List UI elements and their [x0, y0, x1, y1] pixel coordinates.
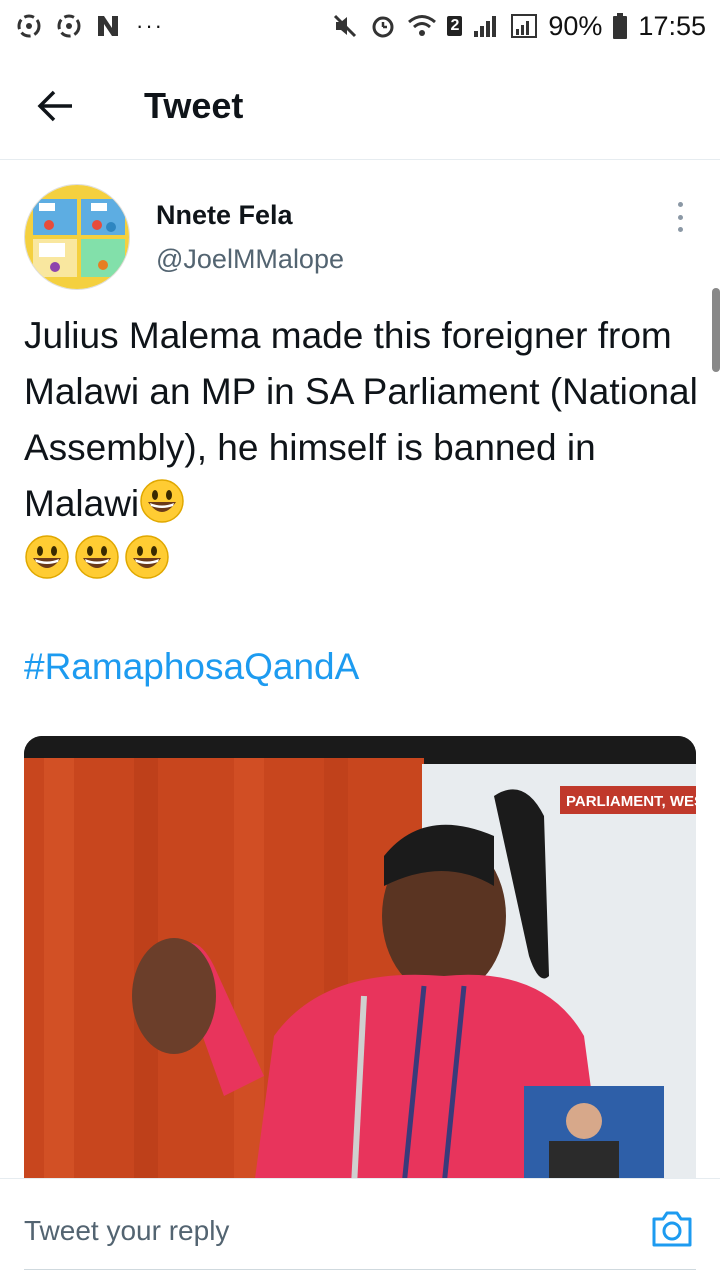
alarm-icon	[369, 12, 397, 40]
top-app-bar: Tweet	[0, 52, 720, 160]
tweet[interactable]: Nnete Fela @JoelMMalope Julius Malema ma…	[0, 180, 720, 1186]
reply-input-underline	[24, 1269, 696, 1270]
signal-icon	[472, 13, 500, 39]
more-options-button[interactable]	[670, 202, 690, 232]
avatar[interactable]	[24, 184, 130, 290]
more-notifications-icon: ···	[136, 13, 164, 38]
status-bar-right: 2 90% 17:55	[331, 11, 706, 42]
grinning-face-emoji-icon	[24, 534, 70, 580]
app-n-icon	[94, 12, 122, 40]
page-title: Tweet	[144, 84, 244, 126]
avatar-comic-image	[25, 185, 129, 289]
sim-badge: 2	[447, 16, 463, 36]
reply-bar	[0, 1178, 720, 1280]
clock: 17:55	[638, 10, 706, 41]
tweet-media-photo[interactable]: PARLIAMENT, WEST	[24, 736, 696, 1186]
camera-button[interactable]	[650, 1209, 694, 1249]
sync-icon	[14, 11, 44, 41]
scrollbar-thumb[interactable]	[712, 288, 720, 372]
wifi-icon	[407, 13, 437, 39]
grinning-face-emoji-icon	[139, 478, 185, 524]
more-dot-icon	[677, 202, 683, 207]
grinning-face-emoji-icon	[124, 534, 170, 580]
tweet-body: Julius Malema made this foreigner from M…	[24, 315, 698, 524]
author-display-name[interactable]: Nnete Fela	[156, 200, 293, 231]
hashtag-link[interactable]: #RamaphosaQandA	[24, 646, 359, 688]
mute-icon	[331, 12, 359, 40]
sync-icon	[54, 11, 84, 41]
camera-icon	[652, 1211, 692, 1247]
grinning-face-emoji-icon	[74, 534, 120, 580]
status-bar-left: ···	[14, 11, 164, 41]
tweet-author-row: Nnete Fela @JoelMMalope	[0, 180, 720, 295]
author-handle[interactable]: @JoelMMalope	[156, 244, 344, 275]
battery-percent: 90%	[548, 10, 603, 41]
battery-icon	[612, 12, 628, 40]
more-dot-icon	[677, 227, 683, 232]
signal-icon	[510, 13, 538, 39]
tweet-text: Julius Malema made this foreigner from M…	[24, 308, 704, 588]
status-bar: ··· 2 90% 17:55	[0, 0, 720, 52]
photo-image: PARLIAMENT, WEST	[24, 736, 696, 1186]
reply-input[interactable]	[24, 1215, 584, 1247]
parliament-overlay-text: PARLIAMENT, WEST	[566, 793, 696, 810]
back-button[interactable]	[26, 76, 86, 136]
more-dot-icon	[677, 214, 683, 220]
back-arrow-icon	[37, 90, 72, 121]
